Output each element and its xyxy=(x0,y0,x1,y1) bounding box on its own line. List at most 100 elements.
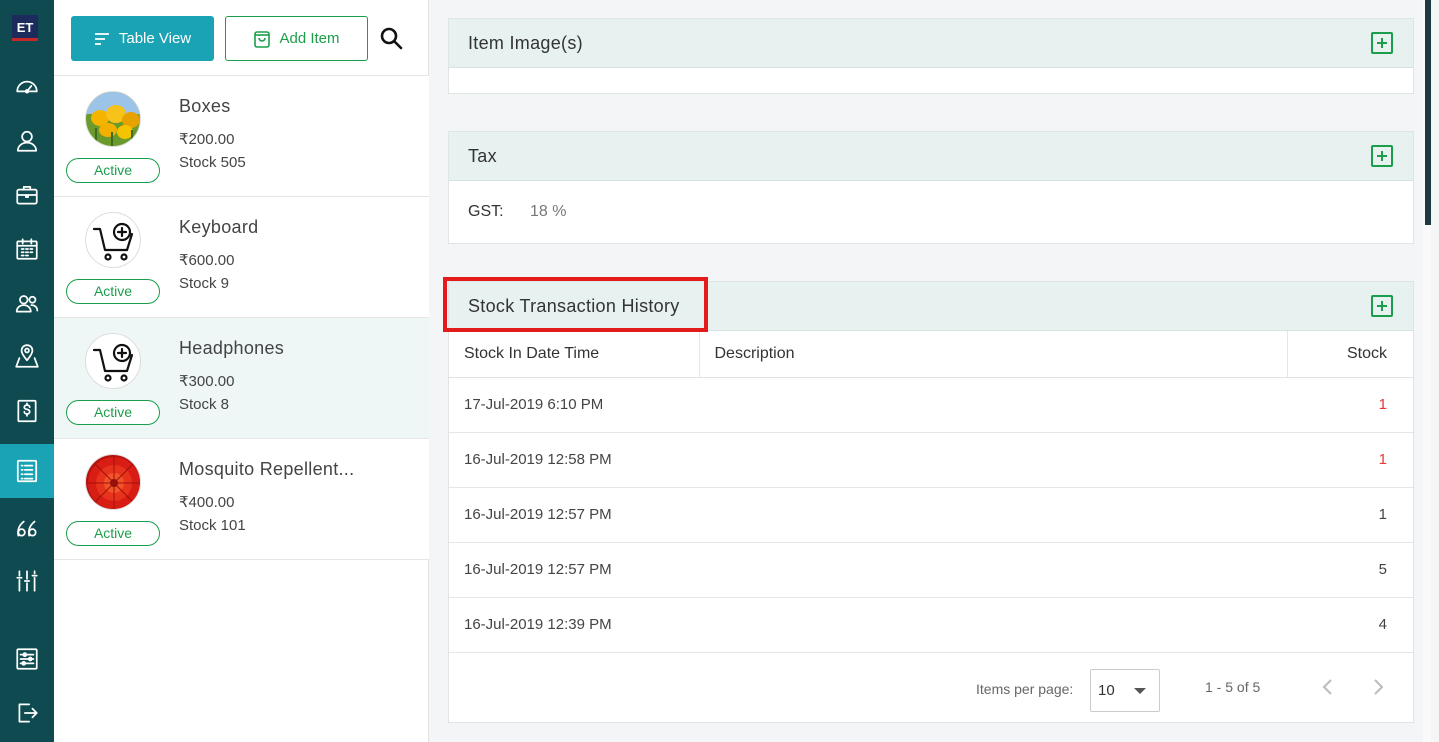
quote-icon xyxy=(17,520,37,537)
cell-description xyxy=(699,377,1287,433)
add-stock-button[interactable] xyxy=(1371,295,1393,317)
cart-plus-icon xyxy=(92,343,134,382)
nav-quotes[interactable] xyxy=(0,500,54,554)
item-price: ₹200.00 xyxy=(179,131,235,148)
item-name: Boxes xyxy=(179,96,231,116)
scrollbar[interactable] xyxy=(1423,0,1431,742)
cell-description xyxy=(699,542,1287,598)
nav-settings[interactable] xyxy=(0,632,54,686)
next-page-button[interactable] xyxy=(1368,677,1388,697)
status-badge: Active xyxy=(66,279,160,304)
items-per-page-label: Items per page: xyxy=(976,680,1074,697)
item-images-section: Item Image(s) xyxy=(448,18,1414,94)
cart-plus-icon xyxy=(92,222,134,261)
highlight-annotation xyxy=(443,277,708,332)
table-view-button[interactable]: Table View xyxy=(71,16,214,61)
nav-profile[interactable] xyxy=(0,114,54,168)
sliders-icon xyxy=(16,570,38,592)
add-tax-button[interactable] xyxy=(1371,145,1393,167)
item-price: ₹400.00 xyxy=(179,494,235,511)
stock-history-table: Stock In Date Time Description Stock 17-… xyxy=(449,331,1413,653)
table-header-row: Stock In Date Time Description Stock xyxy=(449,331,1413,378)
item-thumbnail xyxy=(85,91,141,147)
add-item-button[interactable]: Add Item xyxy=(225,16,368,61)
item-thumbnail xyxy=(85,333,141,389)
item-price: ₹300.00 xyxy=(179,373,235,390)
dollar-icon xyxy=(17,399,37,423)
search-icon xyxy=(380,27,403,50)
stock-history-section: Stock Transaction History Stock In Date … xyxy=(448,281,1414,723)
calendar-icon xyxy=(16,238,38,260)
users-icon xyxy=(15,295,39,313)
nav-locations[interactable] xyxy=(0,330,54,384)
item-detail-panel: Item Image(s) Tax GST: 18 % Stock Transa… xyxy=(430,0,1431,742)
cell-stock: 1 xyxy=(1287,432,1413,488)
item-thumbnail xyxy=(85,212,141,268)
table-row[interactable]: 17-Jul-2019 6:10 PM 1 xyxy=(449,377,1413,433)
add-item-label: Add Item xyxy=(279,30,340,47)
red-flower-image xyxy=(86,455,140,509)
page-size-select[interactable]: 10 xyxy=(1090,668,1160,712)
item-stock: Stock 101 xyxy=(179,517,246,534)
sort-lines-icon xyxy=(94,32,109,45)
item-stock: Stock 8 xyxy=(179,396,230,413)
cell-stock: 5 xyxy=(1287,542,1413,598)
settings-icon xyxy=(16,648,38,670)
item-card-mosquito-repellent[interactable]: Active Mosquito Repellent... ₹400.00 Sto… xyxy=(54,439,429,560)
page-range-label: 1 - 5 of 5 xyxy=(1205,678,1261,695)
search-button[interactable] xyxy=(379,26,405,52)
page-size-value: 10 xyxy=(1098,681,1115,699)
cell-datetime: 17-Jul-2019 6:10 PM xyxy=(449,377,699,433)
cell-stock: 1 xyxy=(1287,487,1413,543)
nav-team[interactable] xyxy=(0,276,54,330)
item-name: Keyboard xyxy=(179,217,259,237)
table-row[interactable]: 16-Jul-2019 12:58 PM 1 xyxy=(449,432,1413,488)
item-name: Headphones xyxy=(179,338,285,358)
cell-datetime: 16-Jul-2019 12:39 PM xyxy=(449,597,699,653)
nav-dashboard[interactable] xyxy=(0,60,54,114)
item-stock: Stock 9 xyxy=(179,275,230,292)
nav-finance[interactable] xyxy=(0,384,54,438)
cell-datetime: 16-Jul-2019 12:58 PM xyxy=(449,432,699,488)
table-row[interactable]: 16-Jul-2019 12:57 PM 5 xyxy=(449,542,1413,598)
item-card-boxes[interactable]: Active Boxes ₹200.00 Stock 505 xyxy=(54,76,429,197)
list-icon xyxy=(16,459,38,483)
user-icon xyxy=(16,130,38,152)
section-title: Tax xyxy=(468,146,497,166)
nav-items[interactable] xyxy=(0,444,54,498)
logout-icon xyxy=(18,703,38,723)
app-logo[interactable]: ET xyxy=(12,15,38,41)
item-stock: Stock 505 xyxy=(179,154,246,171)
briefcase-icon xyxy=(16,186,38,205)
item-card-headphones[interactable]: Active Headphones ₹300.00 Stock 8 xyxy=(54,318,429,439)
cell-datetime: 16-Jul-2019 12:57 PM xyxy=(449,487,699,543)
chevron-right-icon xyxy=(1374,678,1384,695)
table-row[interactable]: 16-Jul-2019 12:39 PM 4 xyxy=(449,597,1413,653)
nav-reports[interactable] xyxy=(0,554,54,608)
item-price: ₹600.00 xyxy=(179,252,235,269)
previous-page-button[interactable] xyxy=(1318,677,1338,697)
item-thumbnail xyxy=(85,454,141,510)
cell-description xyxy=(699,487,1287,543)
column-header-stock[interactable]: Stock xyxy=(1287,331,1413,378)
gst-value: 18 % xyxy=(530,203,567,220)
cell-datetime: 16-Jul-2019 12:57 PM xyxy=(449,542,699,598)
section-header: Tax xyxy=(449,132,1413,181)
cell-stock: 4 xyxy=(1287,597,1413,653)
cell-description xyxy=(699,597,1287,653)
table-row[interactable]: 16-Jul-2019 12:57 PM 1 xyxy=(449,487,1413,543)
gst-label: GST: xyxy=(468,203,504,220)
status-badge: Active xyxy=(66,521,160,546)
add-image-button[interactable] xyxy=(1371,32,1393,54)
item-name: Mosquito Repellent... xyxy=(179,459,355,479)
section-title: Item Image(s) xyxy=(468,33,583,53)
nav-projects[interactable] xyxy=(0,168,54,222)
nav-logout[interactable] xyxy=(0,686,54,740)
nav-rail: ET xyxy=(0,0,54,742)
column-header-datetime[interactable]: Stock In Date Time xyxy=(449,331,700,378)
status-badge: Active xyxy=(66,158,160,183)
column-header-description[interactable]: Description xyxy=(699,331,1288,378)
item-card-keyboard[interactable]: Active Keyboard ₹600.00 Stock 9 xyxy=(54,197,429,318)
scrollbar-thumb[interactable] xyxy=(1425,0,1431,225)
nav-calendar[interactable] xyxy=(0,222,54,276)
